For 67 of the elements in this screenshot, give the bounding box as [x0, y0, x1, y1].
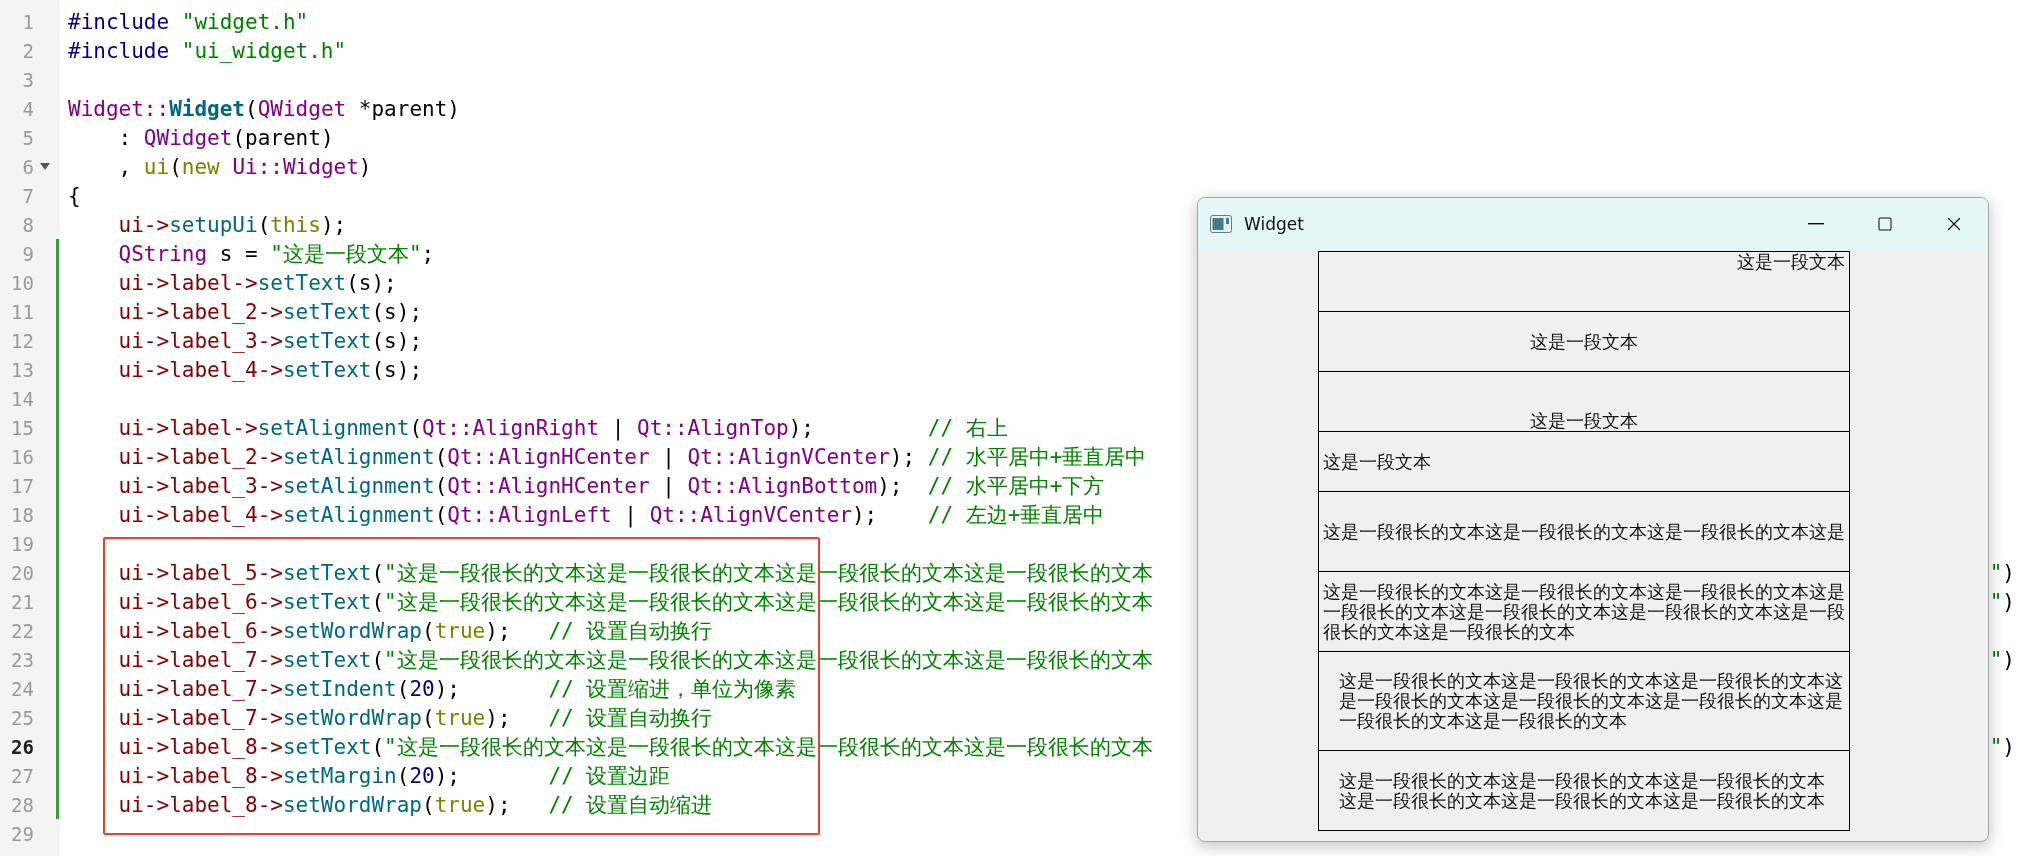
code-line: ui->label_4->setAlignment(Qt::AlignLeft | Qt::AlignVCenter); // 左边+垂直居中: [117, 501, 1105, 529]
code-line: ui->label_8->setWordWrap(true); // 设置自动缩进: [117, 791, 713, 819]
code-line: #include "widget.h": [67, 9, 309, 34]
line-number: 18: [10, 503, 34, 526]
line-number: 27: [10, 764, 34, 787]
line-number: 25: [10, 706, 34, 729]
line-number: 9: [21, 242, 34, 265]
line-number: 1: [21, 10, 34, 33]
code-line: ui->label_2->setAlignment(Qt::AlignHCenter | Qt::AlignVCenter); // 水平居中+垂直居中: [117, 443, 1147, 471]
label-text: 这是一段很长的文本这是一段很长的文本这是一段很长的文本这是一段很长的文本这是一段很长的文本这是一段很长的文本这是一段很长的文本这是一段很长的文本: [1339, 671, 1844, 731]
label-text: 这是一段文本: [1530, 331, 1638, 352]
line-number: 4: [21, 97, 34, 120]
code-fragment: "): [1989, 560, 2016, 585]
line-number: 13: [10, 358, 34, 381]
label-text: 这是一段文本: [1323, 451, 1431, 472]
line-number: 24: [10, 677, 34, 700]
code-line: ui->label_7->setIndent(20); // 设置缩进，单位为像素: [117, 675, 797, 703]
minimize-icon: [1807, 223, 1824, 225]
line-number: 3: [21, 68, 34, 91]
line-number: 22: [10, 619, 34, 642]
line-number: 28: [10, 793, 34, 816]
line-number: 2: [21, 39, 34, 62]
line-number: 10: [10, 271, 34, 294]
label-text: 这是一段很长的文本这是一段很长的文本这是一段很长的文本这是: [1323, 521, 1845, 542]
code-line: ui->label_2->setText(s);: [117, 299, 423, 324]
code-line: ui->label_6->setWordWrap(true); // 设置自动换行: [117, 617, 713, 645]
line-number: 15: [10, 416, 34, 439]
code-line: ui->label_3->setText(s);: [117, 328, 423, 353]
line-number: 5: [21, 126, 34, 149]
line-number: 11: [10, 300, 34, 323]
line-number: 20: [10, 561, 34, 584]
code-line: Widget::Widget(QWidget *parent): [67, 96, 460, 121]
line-number: 8: [21, 213, 34, 236]
code-line: ui->label_8->setMargin(20); // 设置边距: [117, 762, 671, 790]
code-line: ui->setupUi(this);: [117, 212, 347, 237]
label-text: 这是一段文本: [1530, 411, 1638, 431]
line-number: 17: [10, 474, 34, 497]
window-title: Widget: [1244, 214, 1304, 234]
line-number: 6: [21, 155, 34, 178]
code-fragment: "): [1989, 589, 2016, 614]
line-number: 16: [10, 445, 34, 468]
code-line: QString s = "这是一段文本";: [117, 240, 435, 268]
code-line: #include "ui_widget.h": [67, 38, 347, 63]
line-number: 21: [10, 590, 34, 613]
code-line: ui->label_3->setAlignment(Qt::AlignHCenter | Qt::AlignBottom); // 水平居中+下方: [117, 472, 1105, 500]
line-number: 23: [10, 648, 34, 671]
code-line: ui->label->setText(s);: [117, 270, 397, 295]
line-number: 12: [10, 329, 34, 352]
code-line: , ui(new Ui::Widget): [117, 154, 372, 179]
label-text: 这是一段很长的文本这是一段很长的文本这是一段很长的文本这是一段很长的文本这是一段很长的文本这是一段很长的文本这是一段很长的文本这是一段很长的文本: [1323, 581, 1845, 642]
code-line: {: [67, 183, 81, 208]
code-line: ui->label_7->setWordWrap(true); // 设置自动换行: [117, 704, 713, 732]
label-text: 这是一段文本: [1737, 252, 1845, 272]
line-number: 19: [10, 532, 34, 555]
fold-arrow-icon[interactable]: [40, 163, 50, 170]
line-number: 7: [21, 184, 34, 207]
app-icon: [1210, 215, 1232, 233]
code-line: ui->label_4->setText(s);: [117, 357, 423, 382]
maximize-icon: [1876, 216, 1893, 232]
line-number: 14: [10, 387, 34, 410]
code-fragment: "): [1989, 647, 2016, 672]
code-line: ui->label->setAlignment(Qt::AlignRight | Qt::AlignTop); // 右上: [117, 414, 1008, 442]
line-number: 29: [10, 822, 34, 845]
line-number: 26: [10, 735, 34, 758]
code-fragment: "): [1989, 734, 2016, 759]
code-line: : QWidget(parent): [117, 125, 334, 150]
label-text: 这是一段很长的文本这是一段很长的文本这是一段很长的文本这是一段很长的文本这是一段很长的文本这是一段很长的文本: [1339, 770, 1826, 811]
